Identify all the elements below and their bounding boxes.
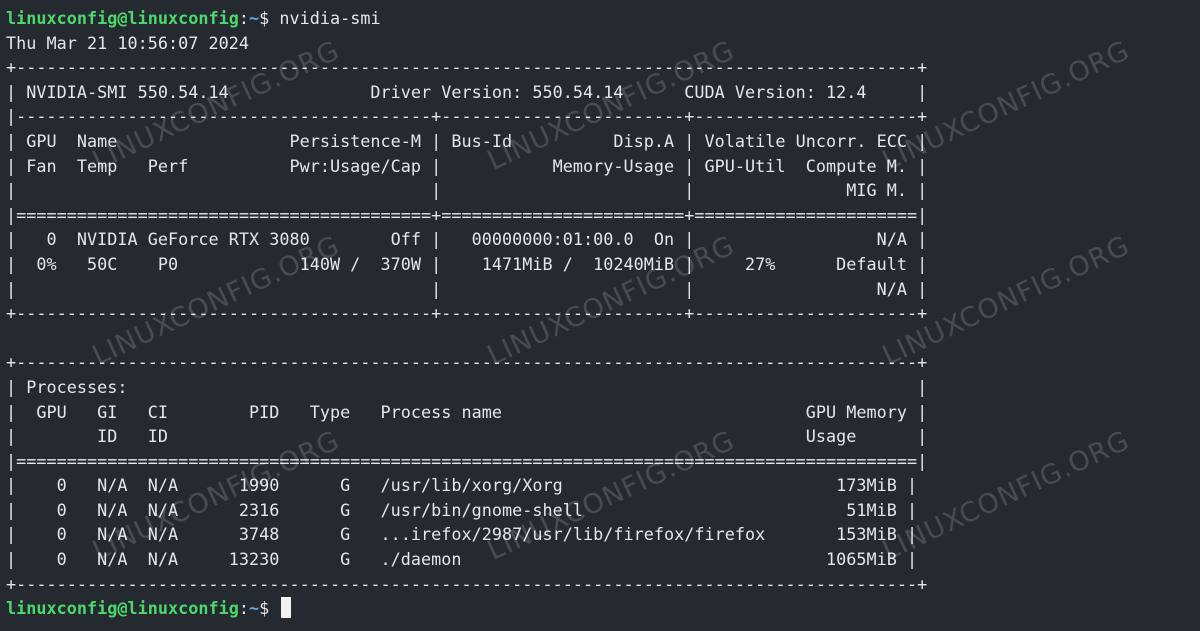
processes-header-line-1: | GPU GI CI PID Type Process name GPU Me… [6,401,928,422]
table-separator: |---------------------------------------… [6,106,928,127]
gpu-row-line-2: | 0% 50C P0 140W / 370W | 1471MiB / 1024… [6,253,928,274]
gpu-header-line-1: | GPU Name Persistence-M | Bus-Id Disp.A… [6,130,928,151]
table-border: +---------------------------------------… [6,573,928,594]
output-date-line: Thu Mar 21 10:56:07 2024 [6,32,249,53]
processes-title-line: | Processes: | [6,376,928,397]
table-separator: |=======================================… [6,204,928,225]
process-row: | 0 N/A N/A 2316 G /usr/bin/gnome-shell … [6,499,918,520]
gpu-header-line-3: | | | MIG M. | [6,180,928,201]
table-border: +---------------------------------------… [6,352,928,373]
prompt-dollar: $ [259,598,280,619]
prompt-dollar: $ [259,8,280,28]
terminal-window[interactable]: linuxconfig@linuxconfig:~$ nvidia-smi Th… [0,0,1200,631]
gpu-header-line-2: | Fan Temp Perf Pwr:Usage/Cap | Memory-U… [6,155,928,176]
gpu-row-line-1: | 0 NVIDIA GeForce RTX 3080 Off | 000000… [6,229,928,250]
table-border: +---------------------------------------… [6,303,928,324]
prompt-user-host: linuxconfig@linuxconfig [6,598,239,619]
command-text: nvidia-smi [279,8,381,28]
text-cursor [281,597,292,619]
gpu-row-line-3: | | | N/A | [6,278,928,299]
prompt-separator: : [238,8,249,28]
prompt-path: ~ [248,8,260,28]
processes-header-line-2: | ID ID Usage | [6,426,928,447]
prompt-user-host: linuxconfig@linuxconfig [6,8,239,28]
table-border: +---------------------------------------… [6,57,928,78]
process-row: | 0 N/A N/A 1990 G /usr/lib/xorg/Xorg 17… [6,475,918,496]
scrollbar[interactable] [1192,0,1200,631]
prompt-path: ~ [248,598,260,619]
prompt-separator: : [238,598,249,619]
process-row: | 0 N/A N/A 3748 G ...irefox/2987/usr/li… [6,524,918,545]
table-separator: |=======================================… [6,450,928,471]
terminal-output: linuxconfig@linuxconfig:~$ nvidia-smi Th… [6,6,927,621]
active-prompt-line[interactable]: linuxconfig@linuxconfig:~$ [6,596,927,621]
process-row: | 0 N/A N/A 13230 G ./daemon 1065MiB | [6,549,918,570]
command-prompt-line: linuxconfig@linuxconfig:~$ nvidia-smi [6,6,927,31]
version-line: | NVIDIA-SMI 550.54.14 Driver Version: 5… [6,81,928,102]
